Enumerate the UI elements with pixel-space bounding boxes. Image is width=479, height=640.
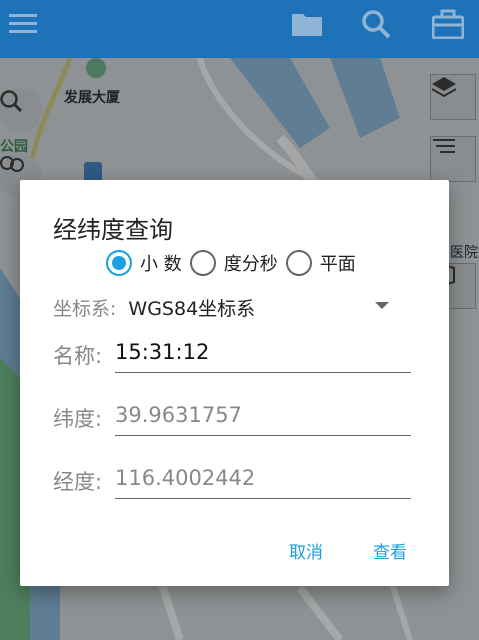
radio-label: 度分秒 [223, 254, 278, 275]
longitude-field[interactable]: 经度: 116.4002442 [53, 458, 411, 502]
crs-label: 坐标系: [53, 297, 117, 320]
dialog-actions: 取消 查看 [239, 538, 407, 563]
radio-unselected-icon [189, 250, 216, 276]
longitude-label: 经度: [53, 470, 103, 494]
name-underline [115, 372, 411, 373]
latitude-input[interactable]: 39.9631757 [115, 403, 242, 427]
lat-lon-query-dialog: 经纬度查询 小 数 度分秒 平面 坐标系: WGS84坐标系 名称: 15:31… [20, 180, 449, 586]
latitude-underline [115, 435, 411, 436]
latitude-label: 纬度: [53, 407, 103, 431]
radio-decimal[interactable]: 小 数 [106, 250, 182, 276]
radio-dms[interactable]: 度分秒 [189, 250, 278, 276]
radio-selected-icon [106, 250, 132, 276]
latitude-field[interactable]: 纬度: 39.9631757 [53, 395, 411, 439]
radio-planar[interactable]: 平面 [285, 250, 356, 276]
longitude-input[interactable]: 116.4002442 [115, 466, 255, 490]
radio-unselected-icon [285, 250, 312, 276]
radio-label: 小 数 [140, 254, 182, 275]
format-radio-group: 小 数 度分秒 平面 [106, 250, 364, 276]
dropdown-caret-icon [375, 302, 389, 309]
view-button[interactable]: 查看 [373, 538, 407, 563]
radio-label: 平面 [319, 254, 356, 275]
name-field[interactable]: 名称: 15:31:12 [53, 332, 411, 376]
crs-select[interactable]: 坐标系: WGS84坐标系 [53, 292, 393, 322]
cancel-button[interactable]: 取消 [289, 538, 323, 563]
name-input[interactable]: 15:31:12 [115, 340, 209, 364]
longitude-underline [115, 498, 411, 499]
crs-value: WGS84坐标系 [128, 297, 256, 320]
dialog-title: 经纬度查询 [53, 216, 173, 244]
name-label: 名称: [53, 344, 103, 368]
